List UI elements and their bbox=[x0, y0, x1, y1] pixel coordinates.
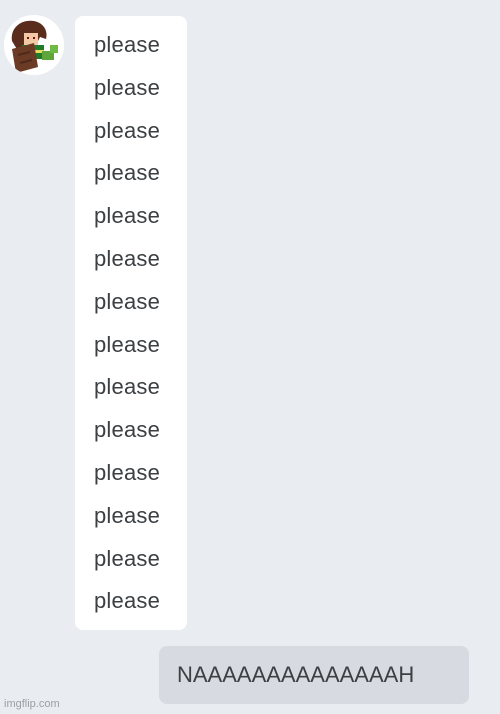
message-line: please bbox=[94, 374, 161, 400]
message-line: please bbox=[94, 32, 161, 57]
character-avatar-icon bbox=[4, 15, 64, 75]
avatar[interactable] bbox=[4, 15, 64, 75]
imgflip-watermark: imgflip.com bbox=[4, 698, 60, 710]
message-line: please bbox=[94, 160, 161, 186]
message-line: please bbox=[94, 117, 161, 143]
message-line: please bbox=[94, 74, 161, 100]
message-line: please bbox=[94, 459, 161, 485]
chat-conversation: please please please please please pleas… bbox=[0, 0, 500, 714]
message-line: please bbox=[94, 545, 161, 571]
message-line: please bbox=[94, 203, 161, 229]
message-line: please bbox=[94, 417, 161, 443]
message-line: please bbox=[94, 588, 161, 614]
incoming-message-bubble[interactable]: please please please please please pleas… bbox=[75, 16, 187, 630]
message-line: please bbox=[94, 331, 161, 357]
outgoing-message-bubble[interactable]: NAAAAAAAAAAAAAAH bbox=[159, 646, 469, 704]
message-line: please bbox=[94, 245, 161, 271]
message-line: please bbox=[94, 502, 161, 528]
message-line: please bbox=[94, 288, 161, 314]
